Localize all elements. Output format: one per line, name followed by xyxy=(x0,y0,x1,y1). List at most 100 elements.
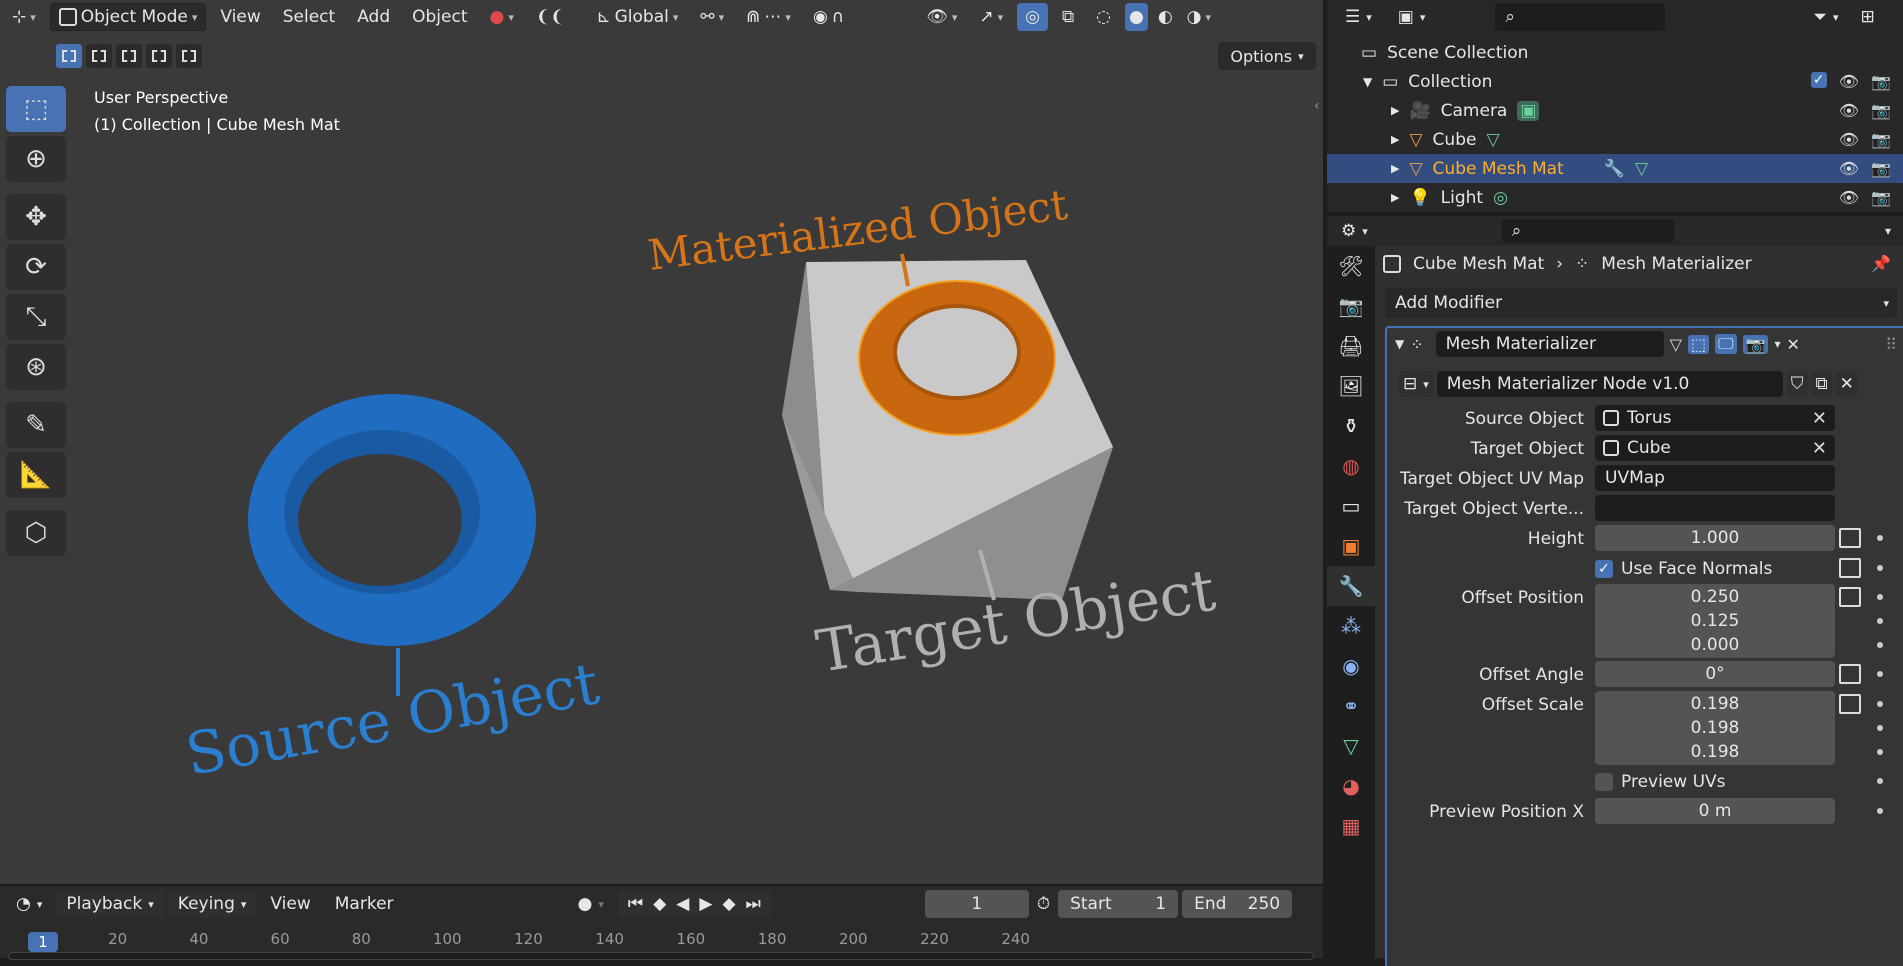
menu-timeline-view[interactable]: View xyxy=(260,890,320,918)
jump-end-icon[interactable]: ⏭ xyxy=(746,894,761,914)
select-new-button[interactable] xyxy=(56,44,82,68)
outliner-row-cube[interactable]: ▶ ▽ Cube ▽ 👁 📷 xyxy=(1327,125,1903,154)
modifier-name-input[interactable]: Mesh Materializer xyxy=(1435,331,1664,357)
mesh-data-icon[interactable]: ▽ xyxy=(1635,159,1648,179)
annotate-tool[interactable]: ✎ xyxy=(6,402,66,448)
uv-map-input[interactable]: UVMap xyxy=(1595,465,1835,491)
transform-tool[interactable]: ⊛ xyxy=(6,344,66,390)
auto-keying-button[interactable]: ● ▾ xyxy=(568,890,614,918)
chevron-down-icon[interactable]: ▾ xyxy=(1885,224,1891,238)
target-object-field[interactable]: Cube ✕ xyxy=(1595,435,1835,461)
menu-playback[interactable]: Playback ▾ xyxy=(56,890,164,918)
unlink-button[interactable]: ✕ xyxy=(1835,371,1858,397)
scale-tool[interactable]: ⤡ xyxy=(6,294,66,340)
properties-editor-type-button[interactable]: ⚙ ▾ xyxy=(1337,217,1372,245)
new-collection-button[interactable]: ⊞ xyxy=(1857,3,1879,31)
render-camera-icon[interactable]: 📷 xyxy=(1871,130,1891,149)
use-face-normals-checkbox[interactable]: ✓ Use Face Normals xyxy=(1595,555,1772,583)
keyframe-dot-icon[interactable] xyxy=(1877,671,1883,677)
timeline-scrollbar[interactable] xyxy=(8,952,1314,960)
node-tree-browse-button[interactable]: ⊟ ▾ xyxy=(1399,371,1433,397)
expand-arrow-icon[interactable]: ▶ xyxy=(1391,133,1399,146)
source-torus[interactable] xyxy=(248,394,536,646)
node-group-name-input[interactable]: Mesh Materializer Node v1.0 xyxy=(1436,371,1783,397)
render-toggle-icon[interactable]: 📷 xyxy=(1742,334,1769,354)
outliner-row-collection[interactable]: ▼ ▭ Collection ✓ 👁 📷 xyxy=(1327,67,1903,96)
properties-search-input[interactable]: ⌕ xyxy=(1501,219,1674,243)
source-object-field[interactable]: Torus ✕ xyxy=(1595,405,1835,431)
tab-output[interactable]: 🖨 xyxy=(1327,326,1375,366)
visibility-button[interactable]: 👁 ▾ xyxy=(918,3,965,31)
start-frame-field[interactable]: Start 1 xyxy=(1058,890,1179,918)
close-icon[interactable]: ✕ xyxy=(1812,438,1827,459)
menu-marker[interactable]: Marker xyxy=(325,890,404,918)
timeline-editor-type-button[interactable]: ◔ ▾ xyxy=(6,890,52,918)
measure-tool[interactable]: 📐 xyxy=(6,452,66,498)
current-frame-field[interactable]: 1 xyxy=(924,890,1029,918)
tab-constraints[interactable]: ⚭ xyxy=(1327,686,1375,726)
shading-rendered-button[interactable]: ◑ ▾ xyxy=(1183,3,1215,31)
expand-arrow-icon[interactable]: ▼ xyxy=(1363,75,1372,89)
end-frame-field[interactable]: End 250 xyxy=(1182,890,1293,918)
stroke-icon[interactable]: ❨❨ xyxy=(528,3,573,31)
shading-wireframe-button[interactable]: ◌ xyxy=(1088,3,1119,31)
rotate-tool[interactable]: ⟳ xyxy=(6,244,66,290)
render-camera-icon[interactable]: 📷 xyxy=(1871,101,1891,120)
outliner-editor-type-button[interactable]: ☰ ▾ xyxy=(1339,3,1378,31)
offset-scale-y-field[interactable]: 0.198 xyxy=(1595,715,1835,741)
on-cage-toggle-icon[interactable]: ⬚ xyxy=(1687,334,1710,354)
keyframe-dot-icon[interactable] xyxy=(1877,725,1883,731)
select-extend-button[interactable] xyxy=(86,44,112,68)
attribute-toggle-icon[interactable] xyxy=(1839,664,1861,684)
keyframe-dot-icon[interactable] xyxy=(1877,778,1883,784)
tab-object[interactable]: ▣ xyxy=(1327,526,1375,566)
tab-physics[interactable]: ◉ xyxy=(1327,646,1375,686)
tab-data[interactable]: ▽ xyxy=(1327,726,1375,766)
attribute-toggle-icon[interactable] xyxy=(1839,528,1861,548)
menu-add[interactable]: Add xyxy=(349,3,398,31)
tab-texture[interactable]: ▦ xyxy=(1327,806,1375,846)
keyframe-dot-icon[interactable] xyxy=(1877,701,1883,707)
drag-handle-icon[interactable]: ⠿ xyxy=(1885,335,1897,354)
eye-icon[interactable]: 👁 xyxy=(1839,130,1859,149)
edit-mode-toggle-icon[interactable]: ▽ xyxy=(1670,335,1682,354)
playhead[interactable]: 1 xyxy=(28,932,58,952)
eye-icon[interactable]: 👁 xyxy=(1839,159,1859,178)
options-dropdown[interactable]: Options ▾ xyxy=(1218,42,1316,70)
light-data-icon[interactable]: ◎ xyxy=(1493,188,1508,208)
collapse-arrow-icon[interactable]: ▼ xyxy=(1395,337,1404,351)
cursor-tool[interactable]: ⊕ xyxy=(6,136,66,182)
tab-scene[interactable]: ⚱ xyxy=(1327,406,1375,446)
overlays-button[interactable]: ◎ xyxy=(1017,3,1048,31)
orientation-dropdown[interactable]: ⊾ Global ▾ xyxy=(588,3,686,31)
select-intersect-button[interactable] xyxy=(176,44,202,68)
outliner-row-camera[interactable]: ▶ 🎥 Camera ▣ 👁 📷 xyxy=(1327,96,1903,125)
next-keyframe-icon[interactable]: ◆ xyxy=(722,894,735,914)
shading-solid-button[interactable]: ● xyxy=(1124,3,1148,31)
outliner-row-cube-mesh-mat[interactable]: ▶ ▽ Cube Mesh Mat 🔧 ▽ 👁 📷 xyxy=(1327,154,1903,183)
eye-icon[interactable]: 👁 xyxy=(1839,72,1859,91)
3d-viewport[interactable]: Materialized Object Target Object Source… xyxy=(0,0,1323,884)
mode-dropdown[interactable]: Object Mode ▾ xyxy=(49,3,207,31)
pivot-button[interactable]: ⚯ ▾ xyxy=(692,3,732,31)
tab-render[interactable]: 📷 xyxy=(1327,286,1375,326)
keyframe-dot-icon[interactable] xyxy=(1877,618,1883,624)
offset-scale-z-field[interactable]: 0.198 xyxy=(1595,739,1835,765)
menu-object[interactable]: Object xyxy=(404,3,475,31)
tab-world[interactable]: ◍ xyxy=(1327,446,1375,486)
sidebar-toggle-icon[interactable]: ‹ xyxy=(1314,98,1320,114)
vertex-group-input[interactable] xyxy=(1595,495,1835,521)
play-icon[interactable]: ▶ xyxy=(699,894,712,914)
tab-tool[interactable]: 🛠 xyxy=(1327,246,1375,286)
duplicate-button[interactable]: ⧉ xyxy=(1811,371,1832,397)
display-mode-button[interactable]: ▣ ▾ xyxy=(1392,3,1432,31)
mesh-data-icon[interactable]: ▽ xyxy=(1486,130,1499,150)
attribute-toggle-icon[interactable] xyxy=(1839,558,1861,578)
jump-start-icon[interactable]: ⏮ xyxy=(628,894,643,914)
tab-view-layer[interactable]: 🖼 xyxy=(1327,366,1375,406)
close-icon[interactable]: ✕ xyxy=(1786,335,1799,354)
keyframe-dot-icon[interactable] xyxy=(1877,594,1883,600)
preview-position-x-field[interactable]: 0 m xyxy=(1595,798,1835,824)
move-tool[interactable]: ✥ xyxy=(6,194,66,240)
tab-material[interactable]: ◕ xyxy=(1327,766,1375,806)
